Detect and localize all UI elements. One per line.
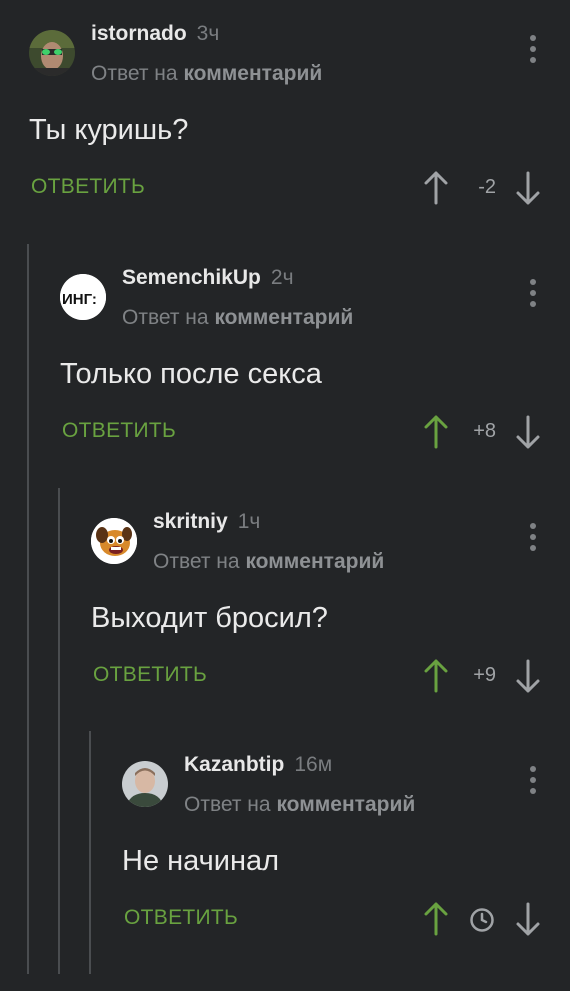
- reply-to-label: Ответ на комментарий: [91, 62, 322, 86]
- reply-target-link[interactable]: комментарий: [276, 793, 415, 816]
- reply-prefix: Ответ на: [153, 550, 240, 573]
- comment-author[interactable]: skritniy 1ч: [153, 510, 260, 534]
- author-name[interactable]: istornado: [91, 22, 187, 45]
- comment-text: Не начинал: [122, 845, 280, 877]
- comment-author[interactable]: istornado 3ч: [91, 22, 219, 46]
- vote-up-icon[interactable]: [422, 901, 450, 937]
- more-options-icon[interactable]: [526, 522, 540, 552]
- avatar-text: ИНГ:: [62, 291, 97, 308]
- avatar[interactable]: [122, 761, 168, 807]
- comment-author[interactable]: SemenchikUp 2ч: [122, 266, 294, 290]
- reply-to-label: Ответ на комментарий: [184, 793, 415, 817]
- avatar[interactable]: [29, 30, 75, 76]
- comment-text: Выходит бросил?: [91, 602, 328, 634]
- more-options-icon[interactable]: [526, 278, 540, 308]
- author-name[interactable]: skritniy: [153, 510, 228, 533]
- comment-author[interactable]: Kazanbtip 16м: [184, 753, 332, 777]
- reply-prefix: Ответ на: [91, 62, 178, 85]
- comment-time: 3ч: [196, 22, 220, 45]
- reply-button[interactable]: ОТВЕТИТЬ: [62, 419, 176, 443]
- comment-text: Ты куришь?: [29, 114, 189, 146]
- comment-score: +9: [473, 664, 496, 686]
- author-name[interactable]: SemenchikUp: [122, 266, 261, 289]
- comment-time: 1ч: [237, 510, 261, 533]
- vote-down-icon[interactable]: [514, 170, 542, 206]
- reply-to-label: Ответ на комментарий: [122, 306, 353, 330]
- author-name[interactable]: Kazanbtip: [184, 753, 284, 776]
- vote-down-icon[interactable]: [514, 414, 542, 450]
- comment-semenchikup: ИНГ: SemenchikUp 2ч Ответ на комментарий …: [0, 244, 570, 484]
- reply-to-label: Ответ на комментарий: [153, 550, 384, 574]
- vote-up-icon[interactable]: [422, 658, 450, 694]
- comment-time: 16м: [294, 753, 333, 776]
- reply-button[interactable]: ОТВЕТИТЬ: [93, 663, 207, 687]
- comment-kazanbtip: Kazanbtip 16м Ответ на комментарий Не нач…: [0, 731, 570, 971]
- more-options-icon[interactable]: [526, 765, 540, 795]
- reply-target-link[interactable]: комментарий: [245, 550, 384, 573]
- vote-down-icon[interactable]: [514, 901, 542, 937]
- comment-thread: istornado 3ч Ответ на комментарий Ты кури…: [0, 0, 570, 991]
- vote-up-icon[interactable]: [422, 170, 450, 206]
- vote-up-icon[interactable]: [422, 414, 450, 450]
- reply-prefix: Ответ на: [122, 306, 209, 329]
- reply-prefix: Ответ на: [184, 793, 271, 816]
- vote-down-icon[interactable]: [514, 658, 542, 694]
- reply-target-link[interactable]: комментарий: [214, 306, 353, 329]
- comment-time: 2ч: [270, 266, 294, 289]
- clock-icon: [470, 908, 494, 932]
- reply-button[interactable]: ОТВЕТИТЬ: [31, 175, 145, 199]
- comment-istornado: istornado 3ч Ответ на комментарий Ты кури…: [0, 0, 570, 240]
- avatar[interactable]: [91, 518, 137, 564]
- comment-score: -2: [478, 176, 496, 198]
- comment-text: Только после секса: [60, 358, 322, 390]
- more-options-icon[interactable]: [526, 34, 540, 64]
- comment-skritniy: skritniy 1ч Ответ на комментарий Выходит …: [0, 488, 570, 728]
- reply-button[interactable]: ОТВЕТИТЬ: [124, 906, 238, 930]
- comment-score: +8: [473, 420, 496, 442]
- reply-target-link[interactable]: комментарий: [183, 62, 322, 85]
- avatar[interactable]: ИНГ:: [60, 274, 106, 320]
